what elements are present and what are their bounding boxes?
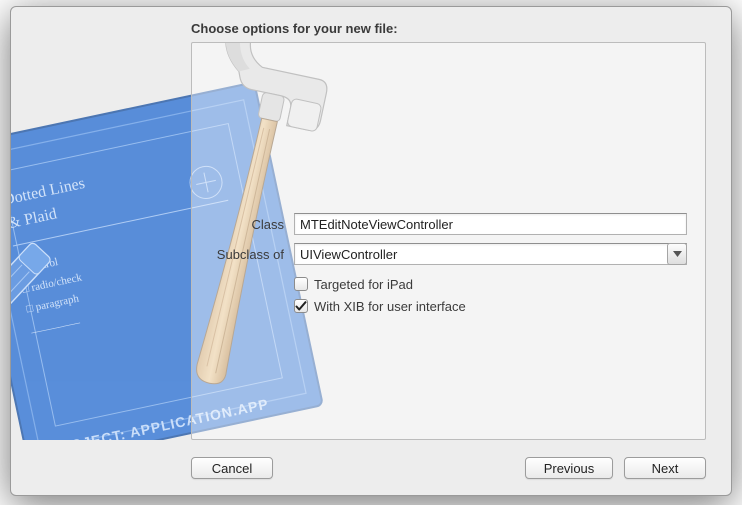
subclass-combobox[interactable]	[294, 243, 687, 265]
sheet-footer: Cancel Previous Next	[11, 443, 731, 495]
subclass-input[interactable]	[294, 243, 687, 265]
checkmark-icon	[295, 301, 307, 312]
next-button[interactable]: Next	[624, 457, 706, 479]
chevron-down-icon	[673, 251, 682, 257]
svg-text:□ paragraph: □ paragraph	[25, 292, 80, 315]
svg-text:□ control: □ control	[17, 256, 59, 276]
svg-text:Dotted Lines: Dotted Lines	[11, 175, 86, 209]
class-input[interactable]	[294, 213, 687, 235]
subclass-label: Subclass of	[192, 247, 294, 262]
with-xib-label: With XIB for user interface	[314, 299, 466, 314]
previous-button[interactable]: Previous	[525, 457, 613, 479]
targeted-ipad-label: Targeted for iPad	[314, 277, 413, 292]
subclass-row: Subclass of	[192, 243, 687, 265]
with-xib-checkbox[interactable]	[294, 299, 308, 313]
svg-text:& Plaid: & Plaid	[11, 205, 58, 232]
svg-text:_________: _________	[28, 313, 80, 335]
svg-text:□ radio/check: □ radio/check	[21, 271, 83, 295]
with-xib-row[interactable]: With XIB for user interface	[294, 297, 687, 315]
class-row: Class	[192, 213, 687, 235]
sheet-title: Choose options for your new file:	[191, 21, 691, 36]
targeted-ipad-checkbox[interactable]	[294, 277, 308, 291]
targeted-ipad-row[interactable]: Targeted for iPad	[294, 275, 687, 293]
cancel-button[interactable]: Cancel	[191, 457, 273, 479]
class-label: Class	[192, 217, 294, 232]
new-file-options-sheet: Dotted Lines & Plaid □ control □ radio/c…	[10, 6, 732, 496]
subclass-dropdown-button[interactable]	[667, 243, 687, 265]
options-form-pane: Class Subclass of Targeted for iPad	[191, 42, 706, 440]
